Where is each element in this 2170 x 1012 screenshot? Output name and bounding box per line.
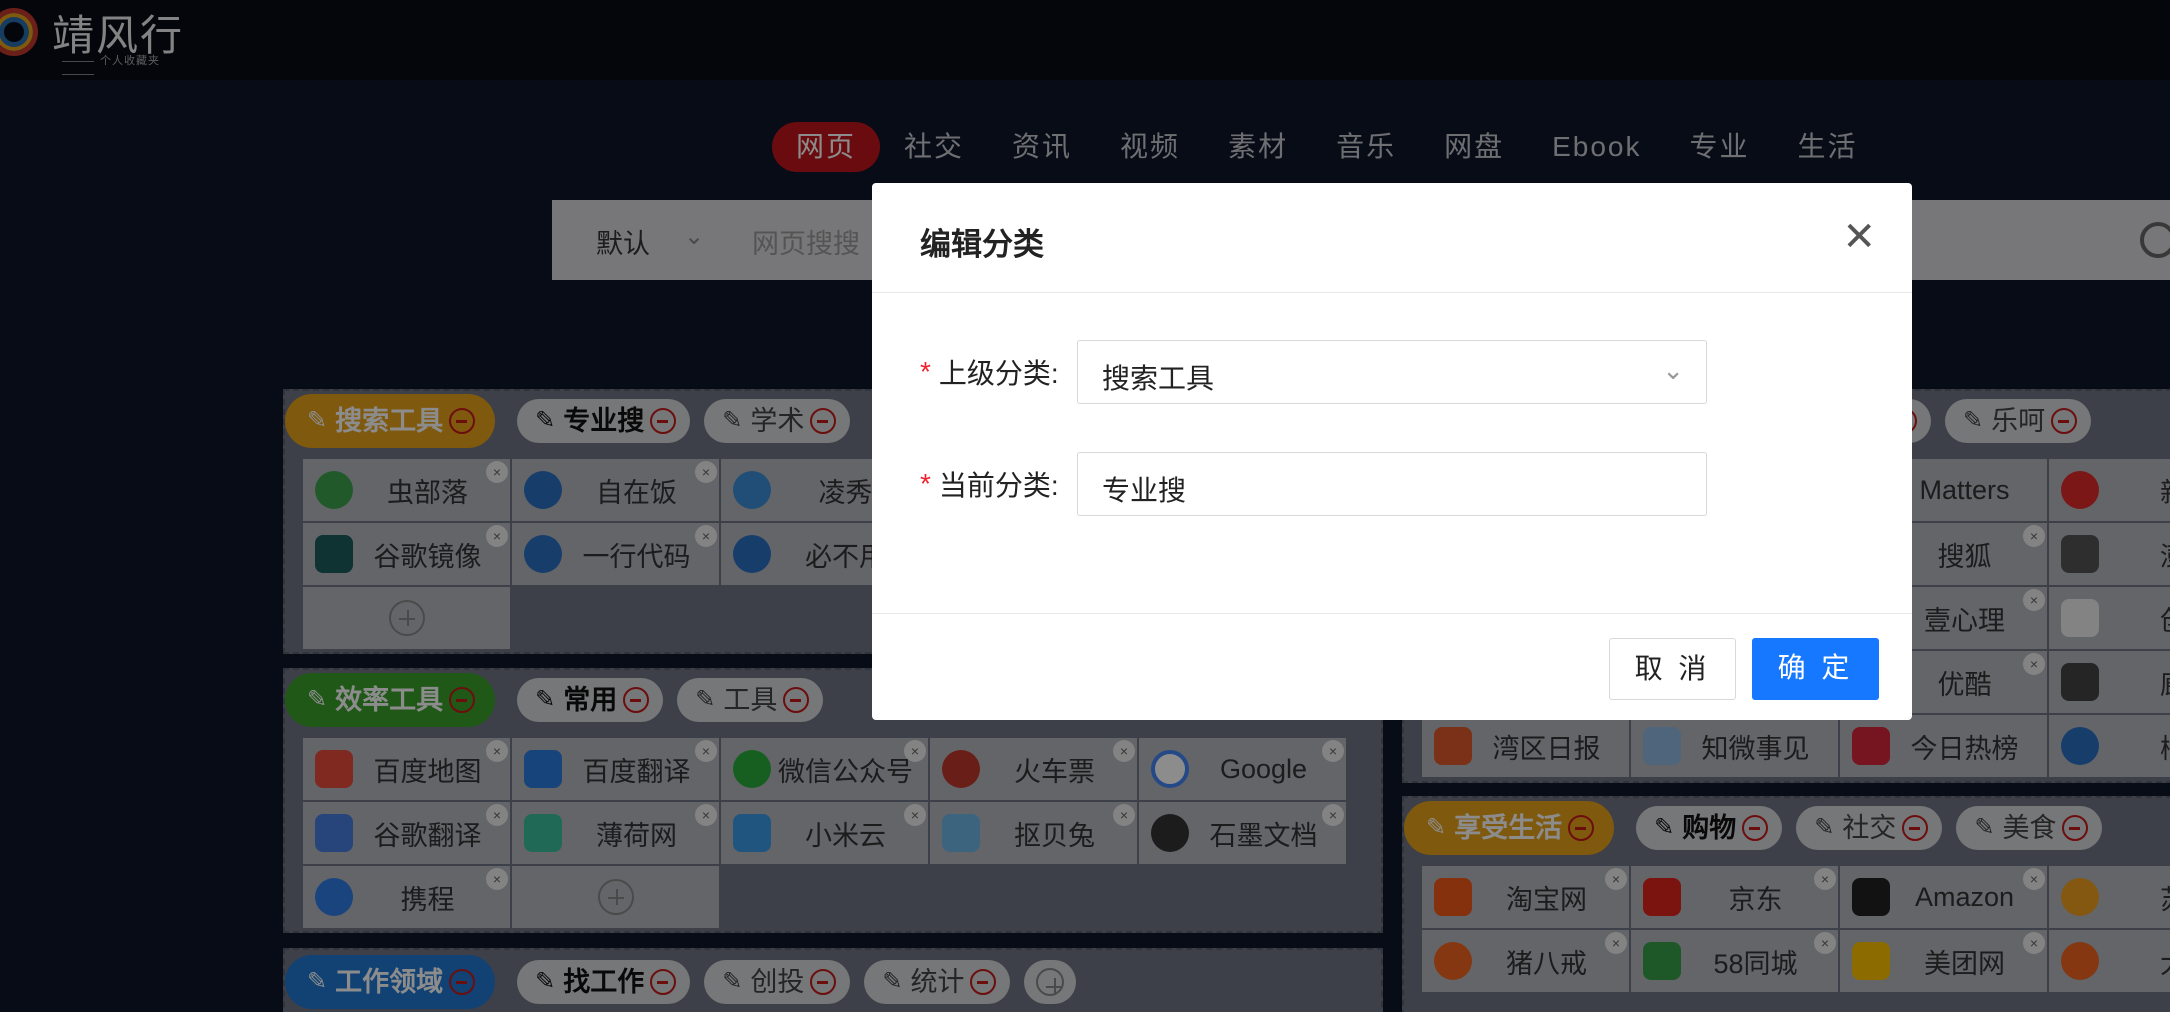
dialog-title: 编辑分类 <box>920 227 1044 262</box>
dialog-footer: 取 消 确 定 <box>872 613 1912 720</box>
edit-category-dialog: 编辑分类 ✕ * 上级分类: 搜索工具 ⌄ * 当前分类: 专业搜 取 消 确 … <box>872 183 1912 720</box>
chevron-down-icon: ⌄ <box>1662 355 1684 385</box>
dialog-header: 编辑分类 ✕ <box>872 183 1912 293</box>
current-category-input[interactable]: 专业搜 <box>1077 452 1707 516</box>
parent-category-select[interactable]: 搜索工具 ⌄ <box>1077 340 1707 404</box>
parent-category-label: 上级分类: <box>938 358 1059 389</box>
form-row-current: * 当前分类: 专业搜 <box>920 452 1707 516</box>
parent-category-value: 搜索工具 <box>1102 363 1215 394</box>
form-row-parent: * 上级分类: 搜索工具 ⌄ <box>920 340 1707 404</box>
cancel-button[interactable]: 取 消 <box>1609 638 1736 700</box>
current-category-value: 专业搜 <box>1102 475 1187 506</box>
required-mark: * <box>920 356 931 387</box>
required-mark: * <box>920 468 931 499</box>
current-category-label: 当前分类: <box>938 470 1059 501</box>
close-icon[interactable]: ✕ <box>1842 217 1876 257</box>
confirm-button[interactable]: 确 定 <box>1752 638 1879 700</box>
